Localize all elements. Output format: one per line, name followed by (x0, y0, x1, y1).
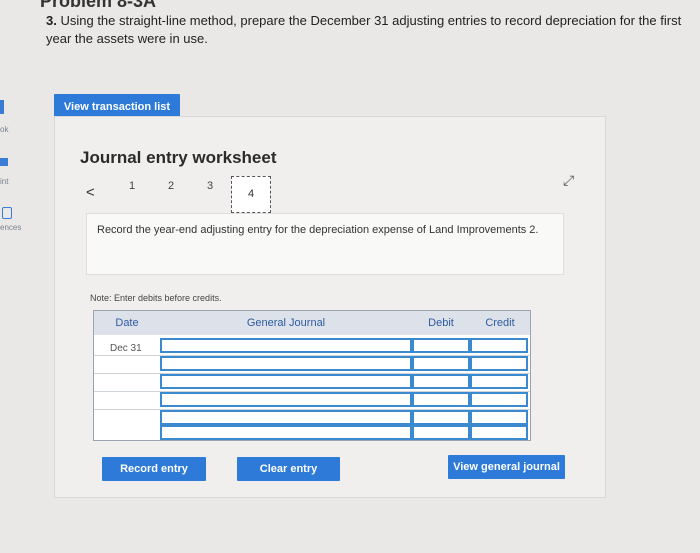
sidebar-item-book[interactable]: ok (0, 125, 8, 134)
debit-input-row-3[interactable] (412, 374, 470, 389)
debit-input-row-1[interactable] (412, 338, 470, 353)
debit-input-row-6[interactable] (412, 425, 470, 440)
column-header-debit: Debit (412, 311, 470, 335)
record-entry-button[interactable]: Record entry (102, 457, 206, 481)
account-input-row-4[interactable] (160, 392, 412, 407)
row-divider (94, 373, 530, 374)
sidebar: ok int ences (0, 0, 34, 553)
debit-input-row-4[interactable] (412, 392, 470, 407)
clear-entry-button[interactable]: Clear entry (237, 457, 340, 481)
credit-input-row-3[interactable] (470, 374, 528, 389)
print-icon[interactable] (0, 158, 8, 166)
column-header-credit: Credit (470, 311, 530, 335)
credit-input-row-2[interactable] (470, 356, 528, 371)
page-tab-3[interactable]: 3 (207, 180, 213, 192)
row-divider (94, 409, 530, 410)
row-divider (94, 355, 530, 356)
sidebar-active-marker (0, 100, 4, 114)
journal-table: Date General Journal Debit Credit Dec 31 (93, 310, 531, 441)
question-number: 3. (46, 13, 57, 28)
credit-input-row-1[interactable] (470, 338, 528, 353)
page-tab-1[interactable]: 1 (129, 180, 135, 192)
page-tab-4-current[interactable]: 4 (231, 176, 271, 213)
problem-title: Problem 8-3A (40, 0, 157, 11)
account-input-row-5[interactable] (160, 410, 412, 425)
page-tab-2[interactable]: 2 (168, 180, 174, 192)
instruction-box: Record the year-end adjusting entry for … (86, 213, 564, 275)
column-header-general-journal: General Journal (160, 311, 412, 335)
account-input-row-2[interactable] (160, 356, 412, 371)
question-text: 3. Using the straight-line method, prepa… (46, 12, 700, 48)
credit-input-row-6[interactable] (470, 425, 528, 440)
row-divider (94, 391, 530, 392)
worksheet-title: Journal entry worksheet (80, 148, 277, 167)
sidebar-item-references[interactable]: ences (0, 223, 21, 232)
sidebar-item-print[interactable]: int (0, 177, 8, 186)
date-cell: Dec 31 (110, 343, 142, 354)
references-icon[interactable] (2, 207, 12, 219)
question-body: Using the straight-line method, prepare … (46, 13, 682, 46)
account-input-row-3[interactable] (160, 374, 412, 389)
prev-page-button[interactable]: < (86, 184, 95, 201)
column-header-date: Date (94, 311, 160, 335)
credit-input-row-5[interactable] (470, 410, 528, 425)
account-input-row-1[interactable] (160, 338, 412, 353)
expand-icon[interactable]: ⤢ (563, 172, 574, 189)
account-input-row-6[interactable] (160, 425, 412, 440)
credit-input-row-4[interactable] (470, 392, 528, 407)
note-text: Note: Enter debits before credits. (90, 293, 222, 303)
debit-input-row-5[interactable] (412, 410, 470, 425)
view-general-journal-button[interactable]: View general journal (448, 455, 565, 479)
debit-input-row-2[interactable] (412, 356, 470, 371)
